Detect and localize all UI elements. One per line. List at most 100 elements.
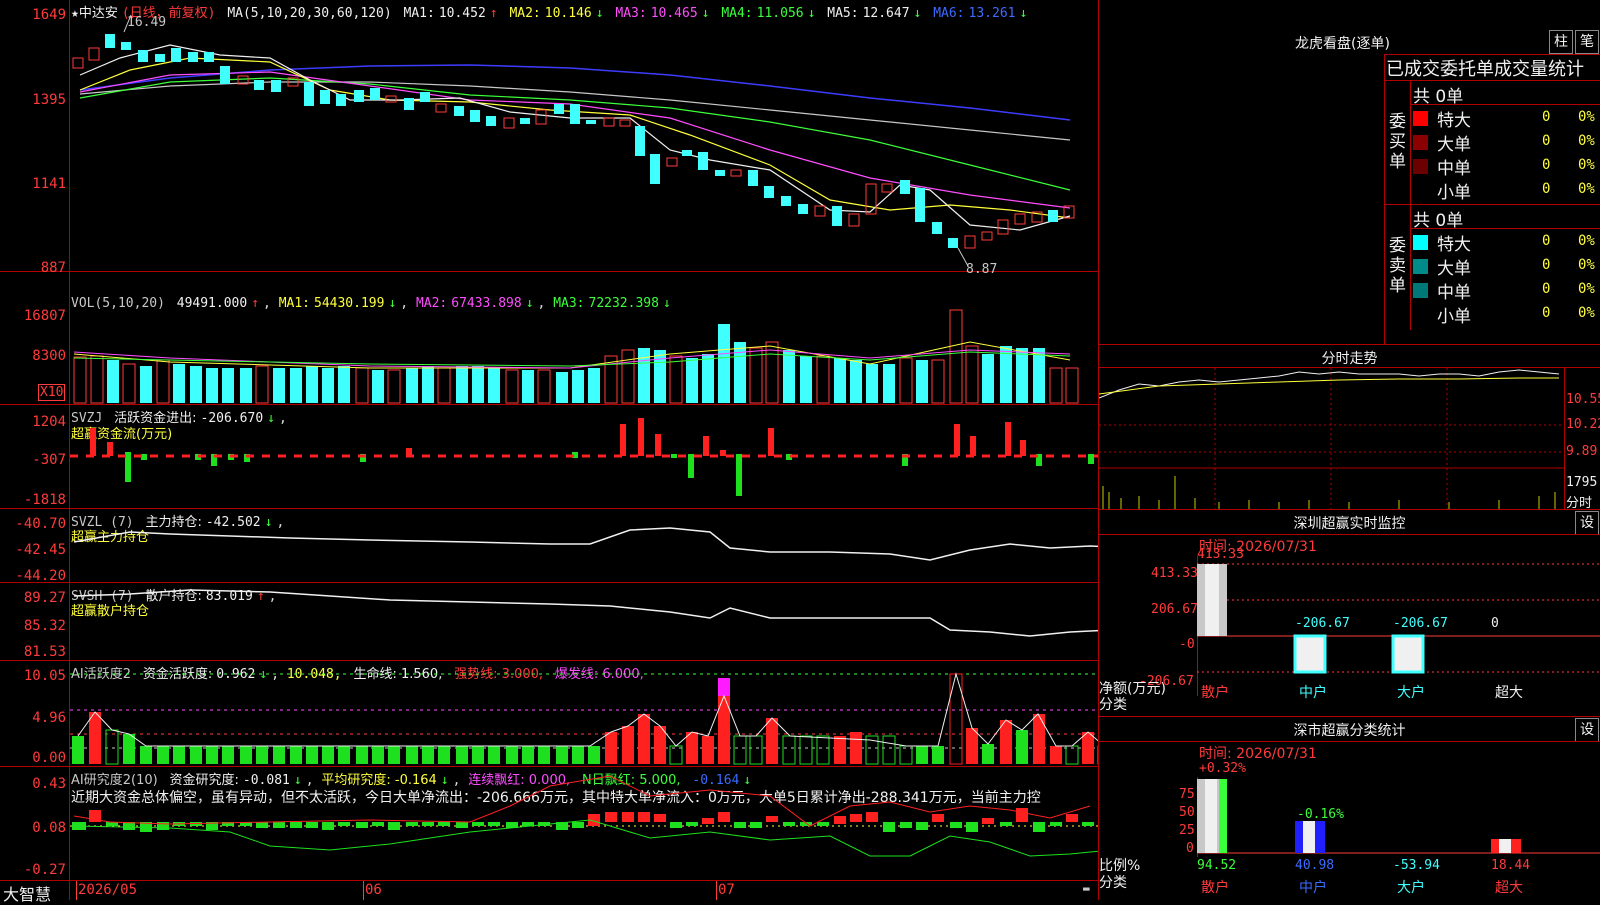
y-tick: 0	[1186, 841, 1194, 856]
main-y-axis: 1649 1395 1141 887	[0, 0, 66, 276]
y-tick: -40.70	[15, 516, 66, 532]
buy-l-pct: 0%	[1578, 133, 1595, 149]
settings-button[interactable]: 设	[1575, 511, 1599, 535]
y-tick: 413.33	[1151, 566, 1198, 581]
chart-area[interactable]: ★中达安 (日线，前复权) MA(5,10,20,30,60,120) MA1: 1…	[0, 0, 1098, 904]
volume-bars	[73, 309, 1079, 404]
cat-label: 超大	[1495, 880, 1523, 896]
ai-yj-chart[interactable]	[70, 766, 1098, 880]
y-tick: 75	[1179, 787, 1195, 802]
sell-s-label: 小单	[1437, 307, 1471, 327]
cat-label: 散户	[1201, 685, 1229, 701]
cat-label: 中户	[1299, 880, 1327, 896]
bar-value-retail: 413.33	[1197, 547, 1244, 562]
sell-l-swatch	[1413, 259, 1428, 274]
svzj-chart[interactable]	[70, 404, 1098, 508]
sell-xl-swatch	[1413, 235, 1428, 250]
settings-button[interactable]: 设	[1575, 718, 1599, 742]
sell-xl-count: 0	[1542, 233, 1551, 249]
cat-label: 大户	[1397, 880, 1425, 896]
y-tick: 1204	[32, 414, 66, 430]
y-tick: 0.08	[32, 820, 66, 836]
fs-y-tick: 10.22	[1566, 417, 1600, 432]
x-label: 06	[365, 882, 382, 898]
sell-s-count: 0	[1542, 305, 1551, 321]
svsh-chart[interactable]	[70, 582, 1098, 660]
buy-m-pct: 0%	[1578, 157, 1595, 173]
fs-vol-tick: 1795	[1566, 475, 1598, 490]
y-tick: -1818	[23, 492, 66, 508]
buy-xl-label: 特大	[1437, 111, 1471, 131]
y-tick: 25	[1179, 823, 1195, 838]
buy-m-count: 0	[1542, 157, 1551, 173]
bar-value-mid: -206.67	[1295, 616, 1350, 631]
svzj-y-axis: 1204 -307 -1818	[0, 404, 66, 508]
tick-mode-button[interactable]: 笔	[1575, 30, 1599, 54]
fs-y-tick: 10.55	[1566, 392, 1600, 407]
buy-s-count: 0	[1542, 181, 1551, 197]
sell-m-label: 中单	[1437, 283, 1471, 303]
bar-large	[1391, 634, 1425, 674]
bar-value-mid: 40.98	[1295, 858, 1335, 873]
x-unit: 分类	[1099, 875, 1127, 891]
candles	[72, 34, 1075, 249]
ai-hy-chart[interactable]	[70, 660, 1098, 766]
sell-s-pct: 0%	[1578, 305, 1595, 321]
bar-value-super: 0	[1491, 616, 1499, 631]
sz-class-panel[interactable]: 深市超赢分类统计 设 时间: 2026/07/31 +0.32% -0.16% …	[1099, 717, 1600, 900]
fenshi-chart[interactable]	[1099, 368, 1564, 509]
sell-xl-pct: 0%	[1578, 233, 1595, 249]
buy-side-label: 委买单	[1389, 112, 1406, 172]
bar-value-retail: 94.52	[1197, 858, 1237, 873]
sell-m-pct: 0%	[1578, 281, 1595, 297]
cat-label: 超大	[1495, 685, 1523, 701]
fs-price-line	[1099, 369, 1560, 399]
sz-class-time: 时间: 2026/07/31	[1199, 746, 1317, 762]
sz-monitor-panel[interactable]: 深圳超赢实时监控 设 时间: 2026/07/31 413.33 206.67 …	[1099, 510, 1600, 716]
svzl-chart[interactable]	[70, 508, 1098, 582]
buy-s-label: 小单	[1437, 183, 1471, 203]
brand-label: 大智慧	[3, 885, 52, 904]
kline-chart[interactable]	[70, 0, 1098, 271]
ai-hy-y-axis: 10.05 4.96 0.00	[0, 660, 66, 766]
x-label: 2026/05	[78, 882, 138, 898]
y-tick: 206.67	[1151, 602, 1198, 617]
y-tick: 1649	[32, 7, 66, 23]
y-tick: 16807	[23, 308, 66, 324]
buy-m-label: 中单	[1437, 159, 1471, 179]
fenshi-panel[interactable]: 分时走势 10.55 10.22 9.89 1795 分时	[1099, 345, 1600, 511]
volume-chart[interactable]	[70, 272, 1098, 404]
fenshi-title: 分时走势	[1321, 351, 1378, 367]
y-tick: 0.00	[32, 750, 66, 766]
buy-xl-count: 0	[1542, 109, 1551, 125]
y-tick: 50	[1179, 805, 1195, 820]
longhu-header: 已成交委托单成交量统计	[1386, 59, 1584, 80]
cat-label: 中户	[1299, 685, 1327, 701]
buy-l-count: 0	[1542, 133, 1551, 149]
sell-xl-label: 特大	[1437, 235, 1471, 255]
bar-value-super: 18.44	[1491, 858, 1531, 873]
sz-class-chart[interactable]	[1197, 777, 1600, 857]
sell-l-count: 0	[1542, 257, 1551, 273]
bar-value-large: -53.94	[1393, 858, 1440, 873]
y-tick: 8300	[32, 348, 66, 364]
fs-avg-line	[1099, 377, 1559, 395]
y-tick: 81.53	[23, 644, 66, 660]
buy-l-label: 大单	[1437, 135, 1471, 155]
svsh-y-axis: 89.27 85.32 81.53	[0, 582, 66, 660]
y-tick: 1395	[32, 92, 66, 108]
activity-bars	[72, 673, 1098, 765]
sell-m-count: 0	[1542, 281, 1551, 297]
fs-y-tick: 9.89	[1566, 444, 1598, 459]
bar-mode-button[interactable]: 柱	[1549, 30, 1573, 54]
y-tick: -0.27	[23, 862, 66, 878]
longhu-title: 龙虎看盘(逐单)	[1295, 36, 1390, 52]
sell-side-label: 委卖单	[1389, 236, 1406, 296]
sell-l-label: 大单	[1437, 259, 1471, 279]
bar-value-large: -206.67	[1393, 616, 1448, 631]
vol-y-axis: 16807 8300 X10	[0, 272, 66, 404]
bar-mid	[1293, 634, 1327, 674]
buy-m-swatch	[1413, 159, 1428, 174]
lock-icon[interactable]: ▬	[1083, 882, 1090, 895]
cat-label: 散户	[1201, 880, 1229, 896]
